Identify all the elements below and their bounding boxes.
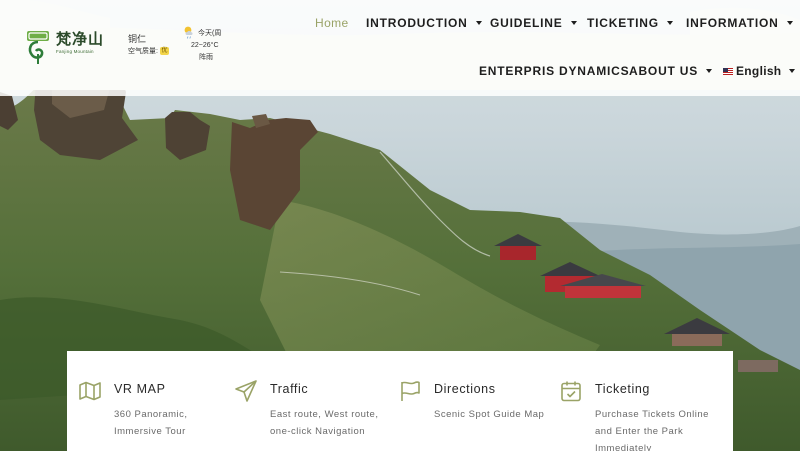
nav-enterprise-label: ENTERPRIS DYNAMICS <box>479 64 630 78</box>
site-header: 梵净山 Fanjing Mountain 铜仁 空气质量: 优 今天(周 22~… <box>0 0 800 96</box>
feature-description: East route, West route, one-click Naviga… <box>270 406 410 440</box>
weather-temperature: 22~26°C <box>191 42 219 49</box>
nav-home-label: Home <box>315 16 349 30</box>
nav-about-label: ABOUT US <box>629 64 699 78</box>
nav-enterprise-dynamics[interactable]: ENTERPRIS DYNAMICS <box>479 63 629 79</box>
feature-description-line: and Enter the Park <box>595 426 684 437</box>
feature-description-line: Immersive Tour <box>114 426 186 437</box>
logo-english-name: Fanjing Mountain <box>56 49 94 54</box>
feature-description: Purchase Tickets Online and Enter the Pa… <box>595 406 745 451</box>
nav-information[interactable]: INFORMATION <box>686 15 793 31</box>
map-icon <box>79 381 101 401</box>
feature-title: Ticketing <box>595 382 650 396</box>
us-flag-icon <box>723 67 733 75</box>
weather-condition: 阵雨 <box>199 54 213 61</box>
chevron-down-icon <box>789 69 796 73</box>
feature-description-line: Purchase Tickets Online <box>595 409 709 420</box>
air-quality-badge: 优 <box>159 47 169 55</box>
flag-icon <box>401 381 420 401</box>
feature-title: Directions <box>434 382 496 396</box>
chevron-down-icon <box>786 21 793 25</box>
language-label: English <box>736 64 782 78</box>
logo-chinese-name: 梵净山 <box>56 30 105 48</box>
feature-title: VR MAP <box>114 382 166 396</box>
nav-about-us[interactable]: ABOUT US <box>629 63 713 79</box>
feature-description-line: Scenic Spot Guide Map <box>434 409 545 420</box>
nav-ticketing[interactable]: TICKETING <box>587 15 673 31</box>
site-logo[interactable]: 梵净山 Fanjing Mountain <box>26 30 106 68</box>
nav-information-label: INFORMATION <box>686 16 779 30</box>
chevron-down-icon <box>666 21 673 25</box>
air-quality-label: 空气质量: <box>128 48 158 55</box>
chevron-down-icon <box>570 21 577 25</box>
weather-today: 今天(周 <box>198 30 222 37</box>
nav-ticketing-label: TICKETING <box>587 16 659 30</box>
language-switcher[interactable]: English <box>723 63 796 79</box>
fanjing-logo-icon <box>27 31 49 64</box>
chevron-down-icon <box>475 21 482 25</box>
chevron-down-icon <box>706 69 713 73</box>
nav-home[interactable]: Home <box>315 15 349 31</box>
feature-description-line: East route, West route, <box>270 409 379 420</box>
nav-guideline-label: GUIDELINE <box>490 16 563 30</box>
nav-guideline[interactable]: GUIDELINE <box>490 15 577 31</box>
partly-cloudy-rain-icon <box>184 26 193 39</box>
feature-description: Scenic Spot Guide Map <box>434 406 564 423</box>
nav-introduction-label: INTRODUCTION <box>366 16 468 30</box>
quick-links-card: VR MAP 360 Panoramic, Immersive Tour Tra… <box>67 351 733 451</box>
nav-introduction[interactable]: INTRODUCTION <box>366 15 482 31</box>
feature-description-line: one-click Navigation <box>270 426 366 437</box>
calendar-check-icon <box>561 381 581 402</box>
feature-title: Traffic <box>270 382 309 396</box>
air-quality: 空气质量: 优 <box>128 46 169 56</box>
paper-plane-icon <box>235 380 257 402</box>
weather-city: 铜仁 <box>128 34 147 44</box>
feature-description: 360 Panoramic, Immersive Tour <box>114 406 244 440</box>
feature-description-line: Immediately <box>595 443 652 451</box>
feature-description-line: 360 Panoramic, <box>114 409 188 420</box>
